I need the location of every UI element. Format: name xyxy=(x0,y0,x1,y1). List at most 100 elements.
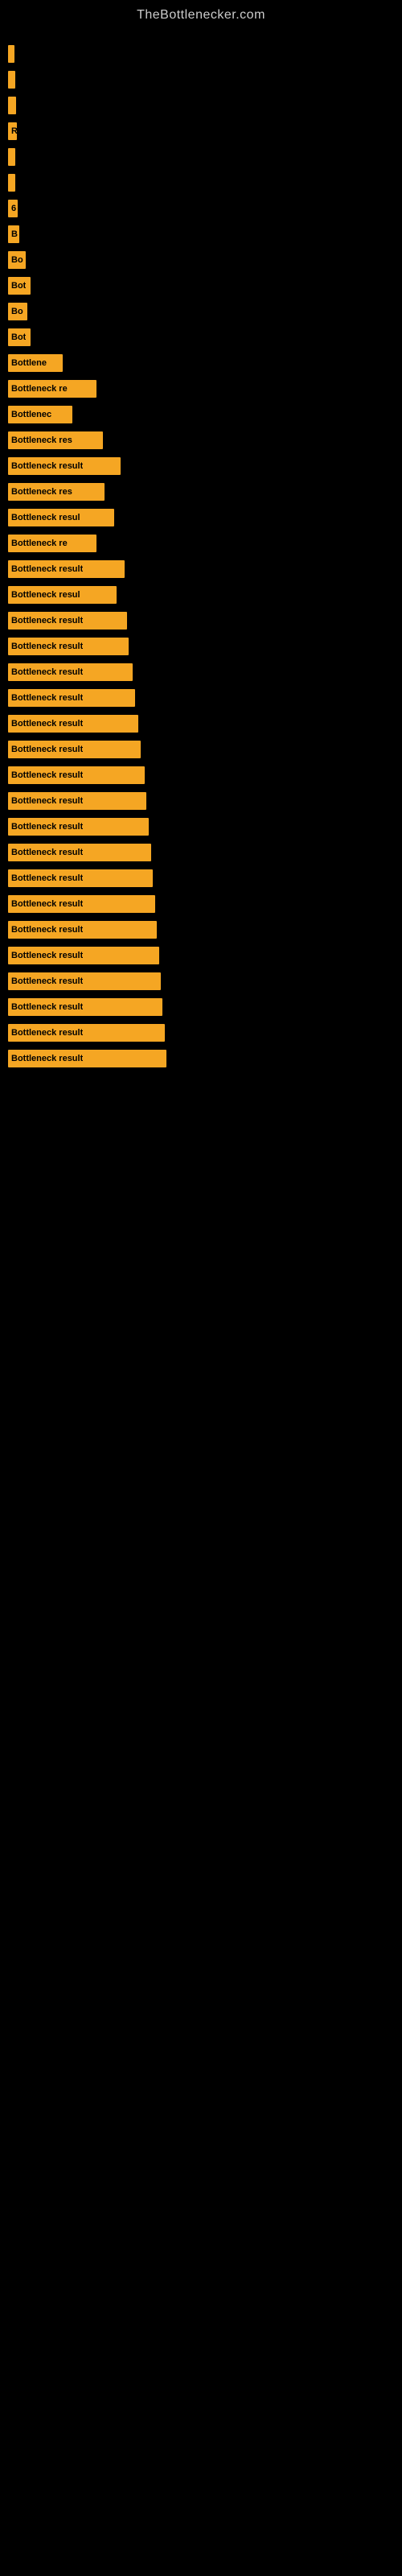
bar-item: Bottleneck result xyxy=(8,921,157,939)
bar-item: Bottleneck result xyxy=(8,663,133,681)
bar-item: Bottleneck res xyxy=(8,431,103,449)
bar-item: Bottleneck result xyxy=(8,766,145,784)
bar-label: Bottleneck result xyxy=(11,899,83,909)
bar-label: Bottlenec xyxy=(11,410,51,419)
bar-label: B xyxy=(11,229,18,239)
bar-row: Bottlene xyxy=(8,352,394,374)
bar-row: Bottleneck result xyxy=(8,558,394,580)
bar-label: Bot xyxy=(11,281,26,291)
bar-item: B xyxy=(8,225,19,243)
bar-row: Bottleneck result xyxy=(8,687,394,709)
bar-row xyxy=(8,43,394,65)
bar-row: Bottleneck resul xyxy=(8,584,394,606)
bar-row: Bottleneck result xyxy=(8,996,394,1018)
bar-row: Bottleneck result xyxy=(8,944,394,967)
bar-label: Bo xyxy=(11,307,23,316)
bar-row: Bottleneck result xyxy=(8,815,394,838)
bar-item: Bottleneck result xyxy=(8,1050,166,1067)
bar-row: Bot xyxy=(8,326,394,349)
bar-row: Bottleneck result xyxy=(8,635,394,658)
bar-item: Bottleneck result xyxy=(8,998,162,1016)
bar-item: 6 xyxy=(8,200,18,217)
bar-label: Bottleneck result xyxy=(11,616,83,625)
bar-label: Bottleneck res xyxy=(11,436,72,445)
bar-item: Bottleneck result xyxy=(8,869,153,887)
bar-label: Bottleneck resul xyxy=(11,513,80,522)
bar-row xyxy=(8,68,394,91)
bar-label: Bottleneck result xyxy=(11,461,83,471)
bar-row xyxy=(8,171,394,194)
bar-row: Bottleneck result xyxy=(8,1047,394,1070)
bar-item xyxy=(8,148,15,166)
bar-label: Bottleneck result xyxy=(11,564,83,574)
bar-item: Bottleneck result xyxy=(8,972,161,990)
bar-row: Bottleneck result xyxy=(8,893,394,915)
bar-row: R xyxy=(8,120,394,142)
bar-label: Bottleneck res xyxy=(11,487,72,497)
bar-label: Bottleneck resul xyxy=(11,590,80,600)
bar-item: Bot xyxy=(8,328,31,346)
bar-row: Bottleneck result xyxy=(8,790,394,812)
bar-label: Bottlene xyxy=(11,358,47,368)
bar-label: Bottleneck result xyxy=(11,848,83,857)
bar-item: Bottleneck res xyxy=(8,483,105,501)
bar-label: Bottleneck result xyxy=(11,822,83,832)
bar-row xyxy=(8,94,394,117)
bar-label: Bottleneck result xyxy=(11,770,83,780)
bar-label: Bottleneck result xyxy=(11,1002,83,1012)
bar-row: Bottleneck result xyxy=(8,609,394,632)
bar-row: Bottleneck result xyxy=(8,738,394,761)
bar-row: Bot xyxy=(8,275,394,297)
bar-row: Bottleneck result xyxy=(8,867,394,890)
bar-row: Bottleneck result xyxy=(8,841,394,864)
bar-label: Bottleneck result xyxy=(11,693,83,703)
bar-row: Bottleneck result xyxy=(8,919,394,941)
bar-item: Bottleneck result xyxy=(8,638,129,655)
bar-item: Bottleneck result xyxy=(8,741,141,758)
bar-label: Bottleneck re xyxy=(11,384,68,394)
bars-container: R 6 B Bo Bot Bo Bot Bottlene Bottleneck re Bottle… xyxy=(0,27,402,1081)
bar-item xyxy=(8,174,15,192)
bar-row: Bottleneck result xyxy=(8,970,394,993)
bar-row: Bo xyxy=(8,249,394,271)
bar-row xyxy=(8,146,394,168)
bar-label: Bottleneck result xyxy=(11,719,83,729)
bar-row: Bottlenec xyxy=(8,403,394,426)
bar-item: Bottleneck result xyxy=(8,792,146,810)
bar-row: Bottleneck result xyxy=(8,661,394,683)
bar-label: Bottleneck re xyxy=(11,539,68,548)
bar-row: 6 xyxy=(8,197,394,220)
bar-row: Bo xyxy=(8,300,394,323)
bar-item: R xyxy=(8,122,17,140)
bar-row: Bottleneck result xyxy=(8,712,394,735)
bar-item: Bottleneck result xyxy=(8,457,121,475)
bar-label: Bottleneck result xyxy=(11,1028,83,1038)
bar-item: Bottleneck result xyxy=(8,844,151,861)
bar-label: Bottleneck result xyxy=(11,925,83,935)
bar-label: Bottleneck result xyxy=(11,667,83,677)
bar-item: Bottleneck result xyxy=(8,560,125,578)
bar-item xyxy=(8,45,14,63)
bar-label: Bottleneck result xyxy=(11,745,83,754)
bar-item xyxy=(8,71,15,89)
bar-label: Bottleneck result xyxy=(11,951,83,960)
bar-label: Bottleneck result xyxy=(11,1054,83,1063)
bar-row: Bottleneck re xyxy=(8,532,394,555)
bar-item: Bottleneck result xyxy=(8,895,155,913)
bar-row: Bottleneck res xyxy=(8,481,394,503)
site-title: TheBottlenecker.com xyxy=(0,0,402,27)
bar-label: Bottleneck result xyxy=(11,873,83,883)
bar-item: Bo xyxy=(8,251,26,269)
bar-label: Bot xyxy=(11,332,26,342)
bar-item: Bottleneck re xyxy=(8,535,96,552)
bar-row: B xyxy=(8,223,394,246)
bar-item: Bottlene xyxy=(8,354,63,372)
bar-item: Bottleneck re xyxy=(8,380,96,398)
bar-item: Bottleneck result xyxy=(8,715,138,733)
bar-label: R xyxy=(11,126,17,136)
bar-row: Bottleneck resul xyxy=(8,506,394,529)
bar-item: Bottleneck result xyxy=(8,612,127,630)
bar-label: Bo xyxy=(11,255,23,265)
bar-item: Bottleneck result xyxy=(8,818,149,836)
bar-item xyxy=(8,97,16,114)
